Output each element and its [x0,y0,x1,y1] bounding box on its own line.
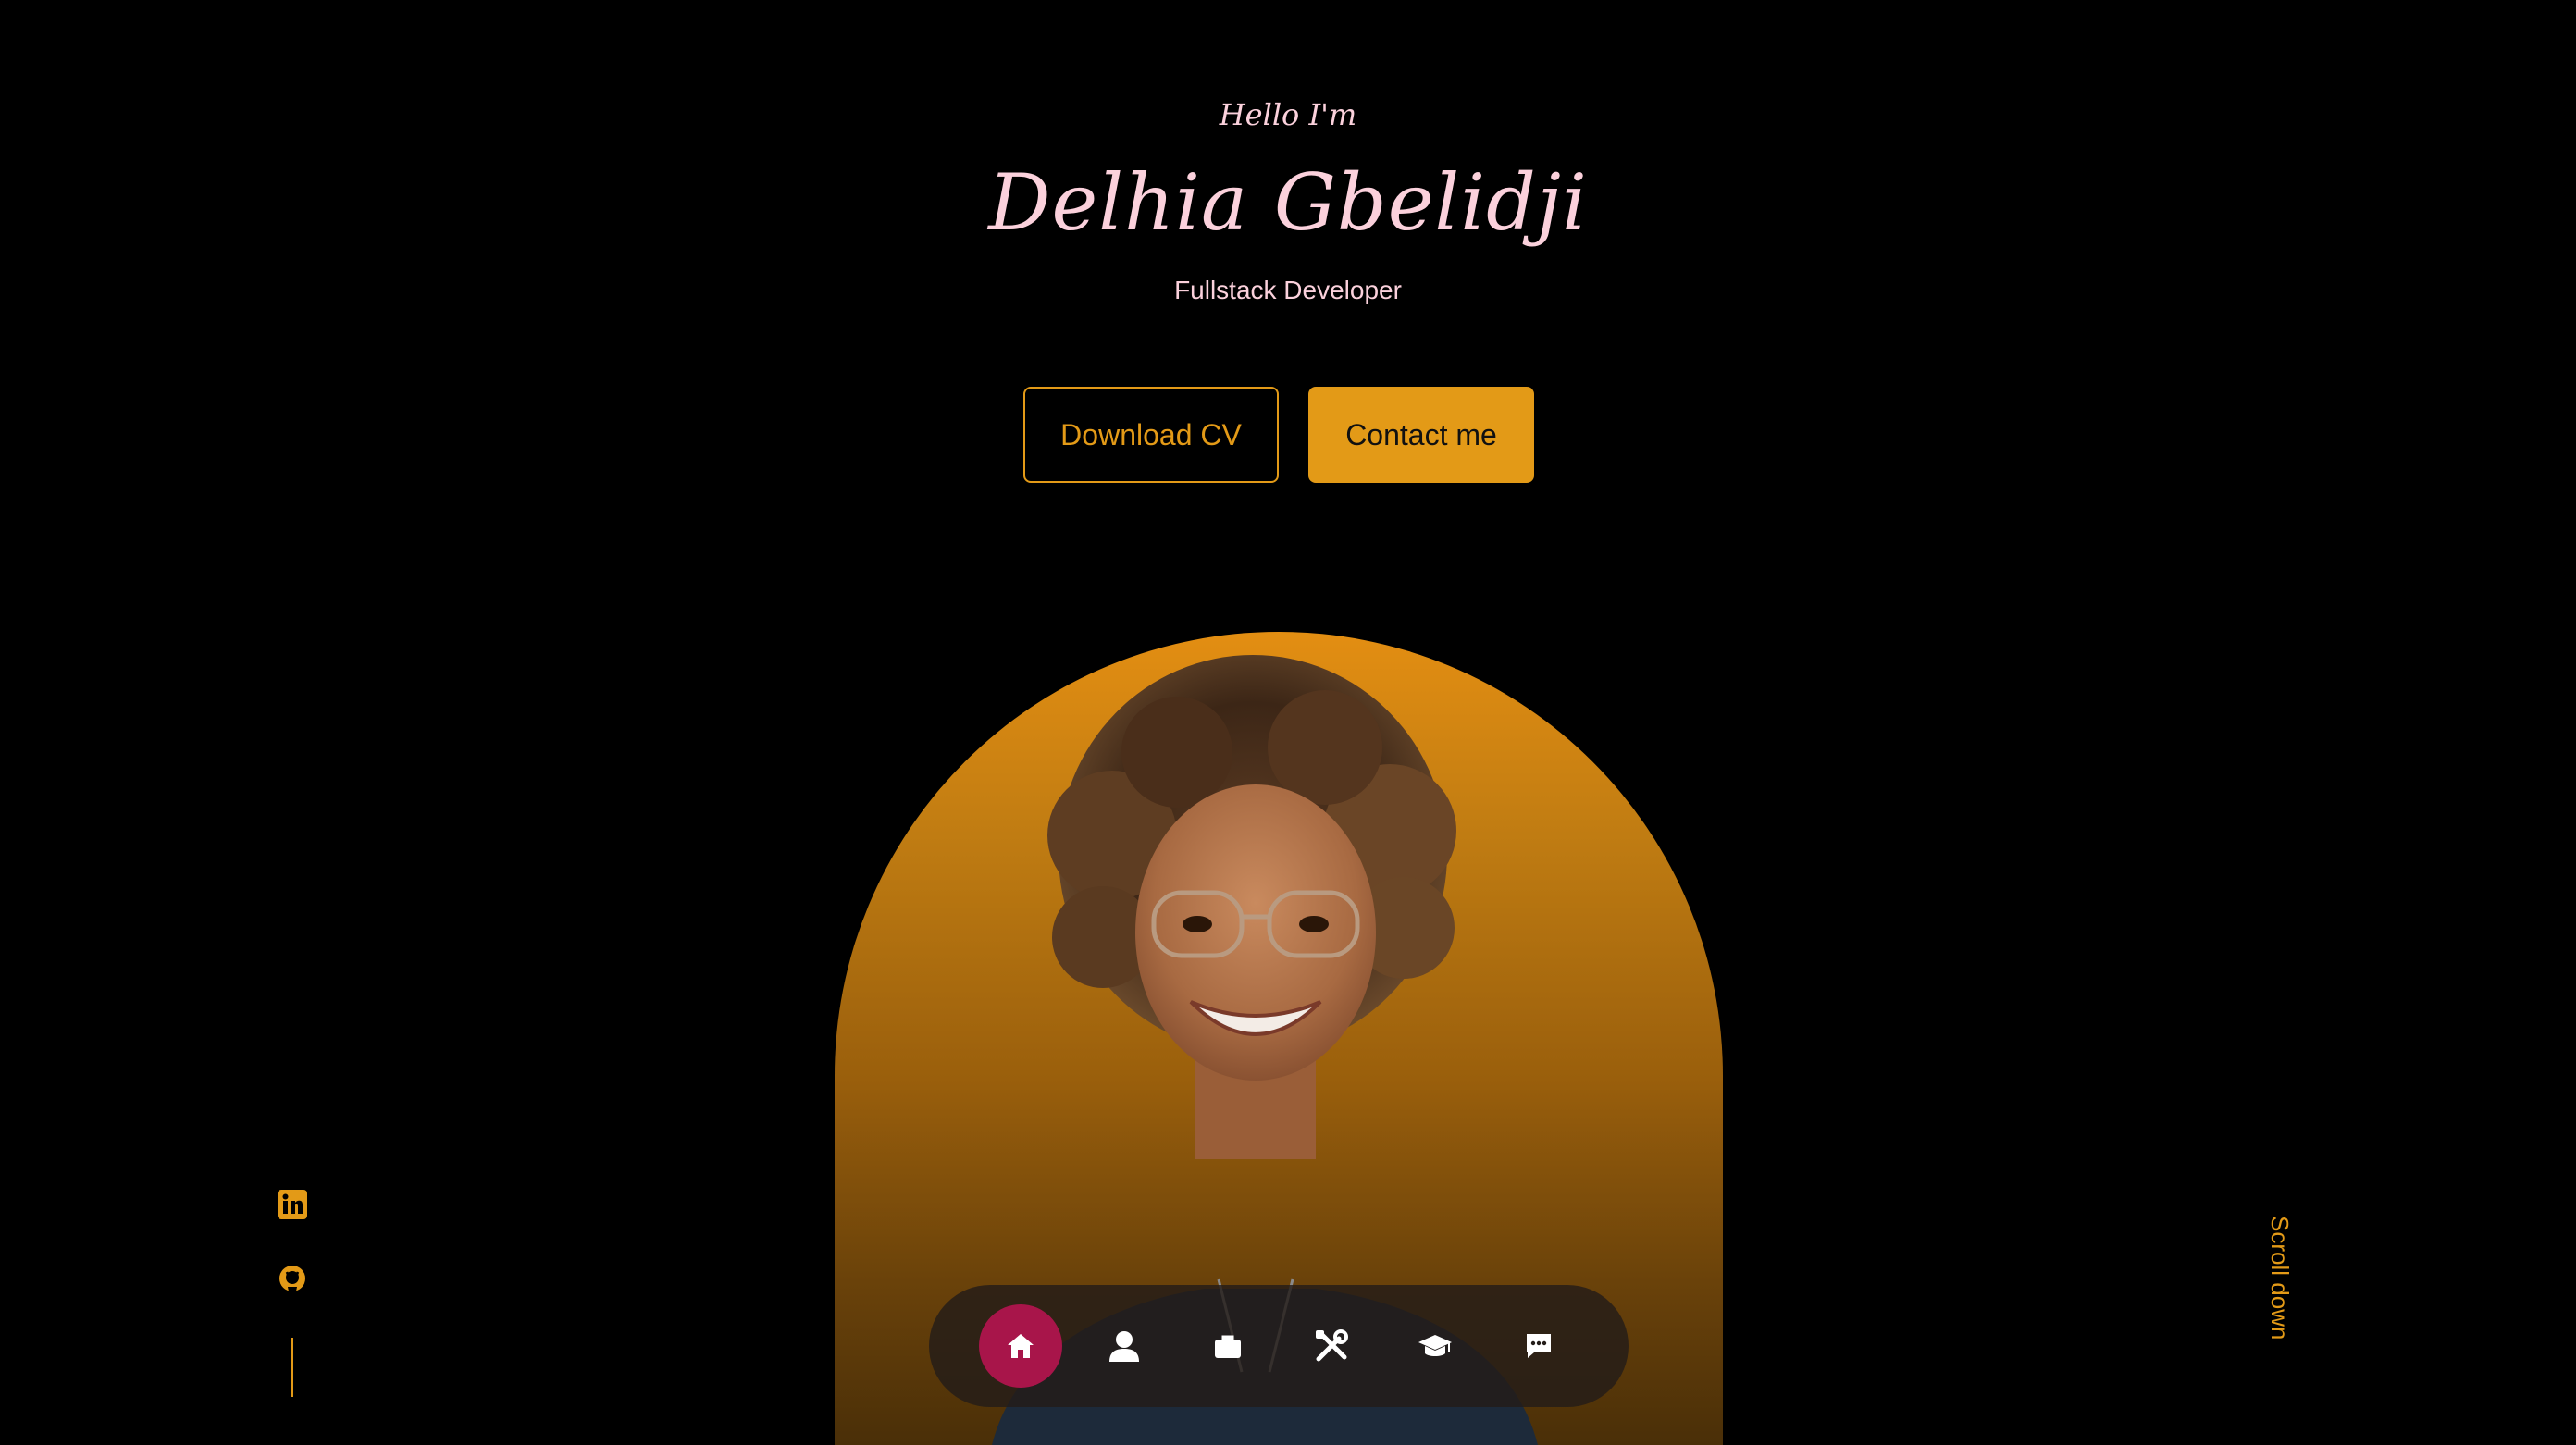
contact-me-button[interactable]: Contact me [1308,387,1534,483]
social-divider-line [291,1338,293,1397]
hero-name: Delhia Gbelidji [988,157,1588,248]
nav-home[interactable] [979,1304,1062,1388]
linkedin-icon[interactable] [274,1186,311,1223]
chat-icon [1527,1334,1551,1358]
nav-about[interactable] [1083,1304,1166,1388]
scroll-down-label: Scroll down [2266,1216,2294,1340]
tools-icon [1316,1329,1348,1362]
graduation-cap-icon [1418,1335,1452,1356]
nav-experience[interactable] [1186,1304,1269,1388]
nav-contact[interactable] [1497,1304,1580,1388]
nav-education[interactable] [1393,1304,1477,1388]
home-icon [1008,1334,1034,1358]
bottom-nav-bar [929,1285,1629,1407]
scroll-down-link[interactable]: Scroll down [2258,1216,2295,1354]
hero-greeting: Hello I'm [1219,97,1357,132]
briefcase-icon [1215,1335,1241,1358]
download-cv-button[interactable]: Download CV [1023,387,1279,483]
nav-skills[interactable] [1290,1304,1373,1388]
github-icon[interactable] [274,1260,311,1297]
hero-role: Fullstack Developer [1174,276,1402,304]
user-icon [1109,1331,1139,1362]
